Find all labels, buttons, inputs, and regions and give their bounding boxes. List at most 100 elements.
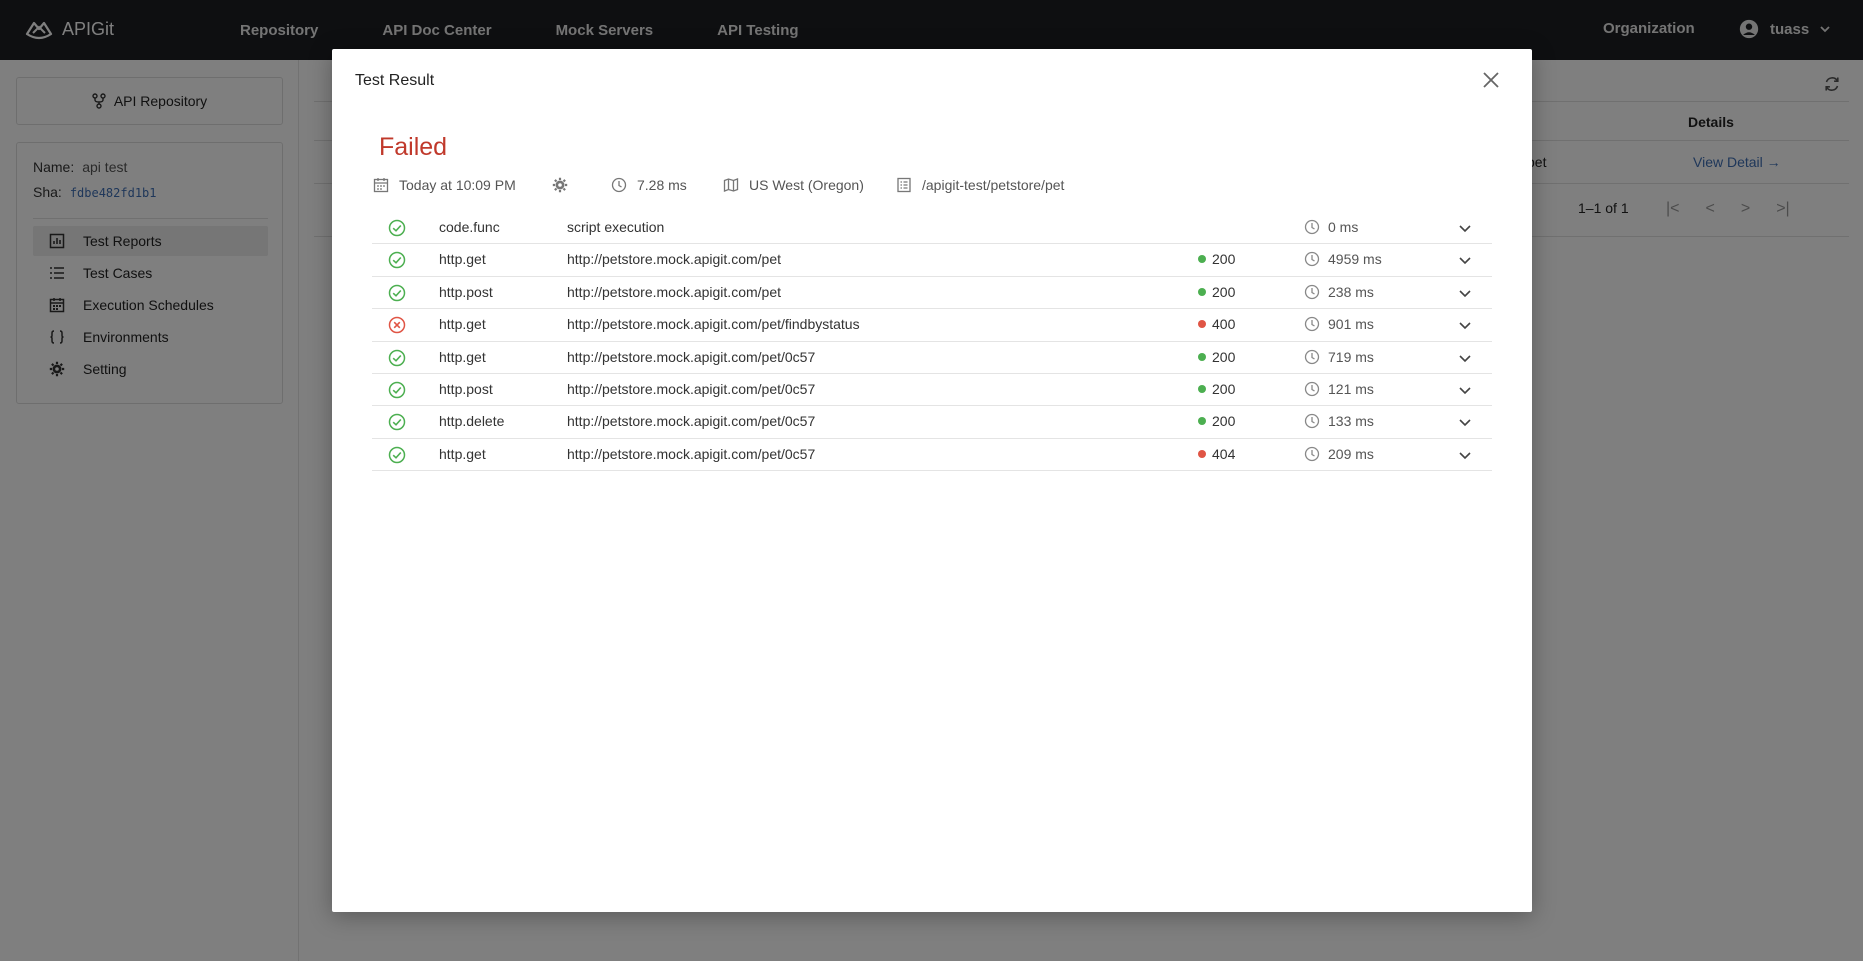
status-dot-icon — [1198, 384, 1206, 393]
test-status: Failed — [379, 133, 448, 161]
step-target: http://petstore.mock.apigit.com/pet/0c57 — [567, 445, 816, 462]
step-time-value: 0 ms — [1328, 219, 1359, 235]
status-code: 200 — [1198, 413, 1235, 429]
status-code: 200 — [1198, 251, 1235, 267]
status-code-value: 200 — [1212, 413, 1236, 430]
step-type: http.delete — [439, 413, 505, 430]
test-step-row[interactable]: http.get http://petstore.mock.apigit.com/… — [372, 309, 1492, 342]
step-time: 719 ms — [1304, 349, 1374, 365]
clock-icon — [1304, 349, 1320, 364]
step-type: code.func — [439, 219, 500, 235]
step-type: http.get — [439, 445, 486, 462]
expand-chevron-icon[interactable] — [1457, 350, 1473, 366]
status-code-value: 200 — [1212, 283, 1236, 300]
test-step-row[interactable]: http.get http://petstore.mock.apigit.com/… — [372, 342, 1492, 374]
test-step-row[interactable]: http.get http://petstore.mock.apigit.com/… — [372, 244, 1492, 277]
step-time: 4959 ms — [1304, 251, 1382, 267]
clock-icon — [1304, 446, 1320, 461]
step-time: 121 ms — [1304, 381, 1374, 397]
clock-icon — [1304, 252, 1320, 267]
step-target: http://petstore.mock.apigit.com/pet/0c57 — [567, 413, 816, 430]
error-circle-icon — [388, 316, 406, 334]
step-time: 209 ms — [1304, 446, 1374, 462]
expand-chevron-icon[interactable] — [1457, 414, 1473, 430]
status-dot-icon — [1198, 352, 1206, 361]
step-time-value: 901 ms — [1328, 316, 1374, 333]
test-result-dialog: Test Result Failed Today at 10:09 PM 7.2… — [332, 49, 1532, 912]
run-path: /apigit-test/petstore/pet — [896, 177, 1064, 193]
step-type: http.get — [439, 251, 486, 268]
step-target: http://petstore.mock.apigit.com/pet/0c57 — [567, 380, 816, 397]
clock-icon — [1304, 219, 1320, 235]
clock-icon — [611, 177, 627, 193]
test-step-row[interactable]: http.post http://petstore.mock.apigit.com… — [372, 374, 1492, 407]
test-step-row[interactable]: code.func script execution 0 ms — [372, 212, 1492, 245]
status-dot-icon — [1198, 449, 1206, 458]
status-code-value: 200 — [1212, 380, 1236, 397]
status-dot-icon — [1198, 287, 1206, 296]
step-target: http://petstore.mock.apigit.com/pet/0c57 — [567, 348, 816, 365]
status-code: 400 — [1198, 316, 1235, 332]
check-circle-icon — [388, 349, 406, 366]
expand-chevron-icon[interactable] — [1457, 447, 1473, 463]
run-duration-value: 7.28 ms — [637, 177, 687, 193]
step-target: http://petstore.mock.apigit.com/pet/find… — [567, 316, 860, 333]
run-region: US West (Oregon) — [723, 177, 864, 193]
test-step-row[interactable]: http.delete http://petstore.mock.apigit.c… — [372, 406, 1492, 439]
status-code: 200 — [1198, 349, 1235, 365]
expand-chevron-icon[interactable] — [1457, 317, 1473, 333]
run-duration: 7.28 ms — [611, 177, 687, 193]
test-step-row[interactable]: http.post http://petstore.mock.apigit.com… — [372, 277, 1492, 310]
step-time-value: 719 ms — [1328, 348, 1374, 365]
expand-chevron-icon[interactable] — [1457, 285, 1473, 301]
clock-icon — [1304, 284, 1320, 299]
expand-chevron-icon[interactable] — [1457, 382, 1473, 398]
status-dot-icon — [1198, 255, 1206, 264]
clock-icon — [1304, 381, 1320, 397]
status-code: 200 — [1198, 381, 1235, 397]
run-date: Today at 10:09 PM — [373, 177, 516, 193]
step-target: http://petstore.mock.apigit.com/pet — [567, 251, 781, 268]
step-time: 133 ms — [1304, 413, 1374, 429]
run-region-value: US West (Oregon) — [749, 177, 864, 193]
step-target: script execution — [567, 219, 665, 235]
status-code-value: 404 — [1212, 445, 1236, 462]
step-type: http.get — [439, 316, 486, 333]
test-steps-list: code.func script execution 0 ms http.get htt… — [372, 212, 1492, 472]
status-dot-icon — [1198, 320, 1206, 329]
status-dot-icon — [1198, 417, 1206, 426]
step-time: 0 ms — [1304, 219, 1358, 235]
run-path-value: /apigit-test/petstore/pet — [922, 177, 1065, 193]
status-code: 404 — [1198, 446, 1235, 462]
map-icon — [723, 178, 739, 192]
status-code-value: 200 — [1212, 348, 1236, 365]
check-circle-icon — [388, 252, 406, 269]
step-time-value: 121 ms — [1328, 380, 1374, 397]
dialog-title: Test Result — [355, 72, 435, 89]
status-code-value: 200 — [1212, 251, 1236, 268]
step-target: http://petstore.mock.apigit.com/pet — [567, 283, 781, 300]
close-icon[interactable] — [1480, 69, 1502, 91]
step-time-value: 209 ms — [1328, 445, 1374, 462]
step-time-value: 133 ms — [1328, 413, 1374, 430]
run-date-value: Today at 10:09 PM — [399, 177, 516, 193]
document-list-icon — [897, 177, 911, 193]
check-circle-icon — [388, 219, 406, 237]
clock-icon — [1304, 317, 1320, 332]
step-type: http.post — [439, 380, 493, 397]
step-type: http.get — [439, 348, 486, 365]
step-time: 238 ms — [1304, 284, 1374, 300]
status-code: 200 — [1198, 284, 1235, 300]
expand-chevron-icon[interactable] — [1457, 220, 1473, 236]
expand-chevron-icon[interactable] — [1457, 252, 1473, 268]
status-code-value: 400 — [1212, 316, 1236, 333]
test-step-row[interactable]: http.get http://petstore.mock.apigit.com/… — [372, 439, 1492, 472]
gear-icon — [552, 177, 568, 193]
run-settings[interactable] — [552, 177, 568, 193]
check-circle-icon — [388, 284, 406, 302]
check-circle-icon — [388, 381, 406, 399]
clock-icon — [1304, 414, 1320, 429]
check-circle-icon — [388, 446, 406, 463]
calendar-icon — [373, 178, 389, 193]
step-type: http.post — [439, 283, 493, 300]
